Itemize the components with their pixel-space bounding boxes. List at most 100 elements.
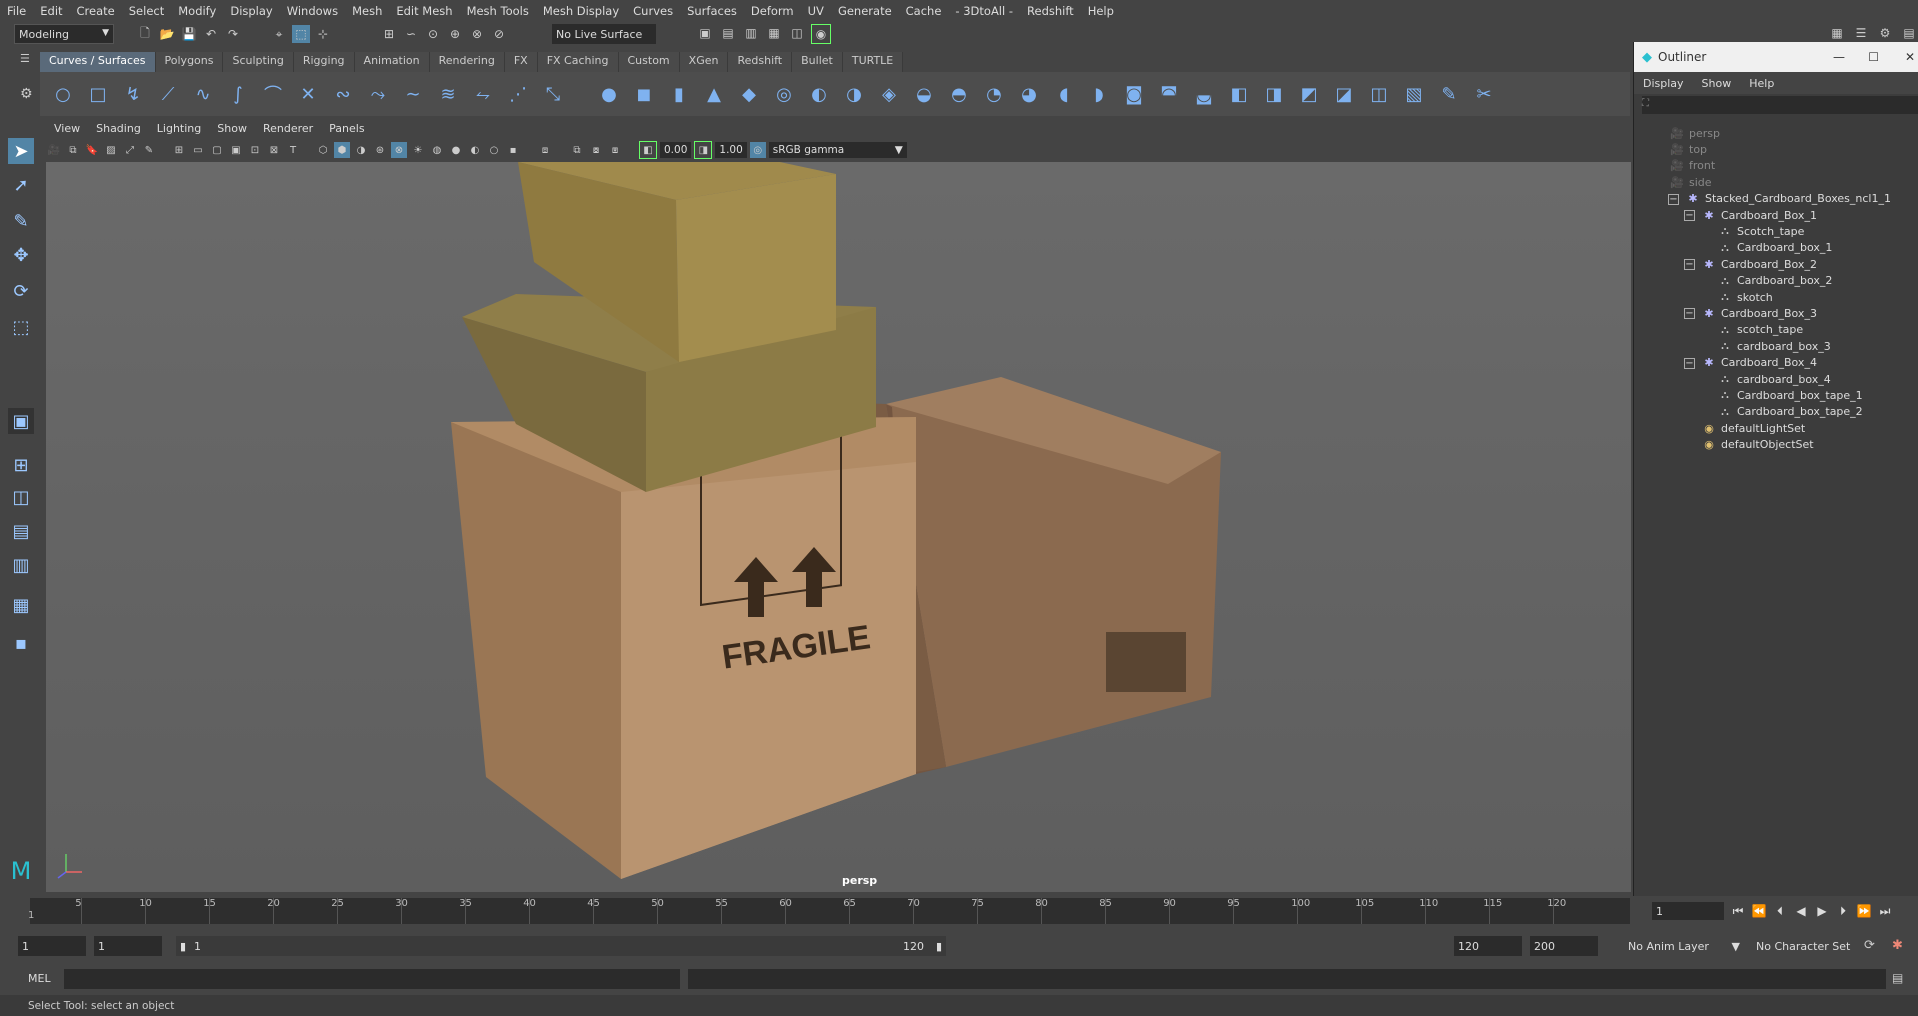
surface-editing-icon[interactable]: ✂ bbox=[1471, 81, 1497, 107]
shelf-settings-icon[interactable]: ⚙ bbox=[20, 86, 33, 102]
rotate-tool-icon[interactable]: ⟳ bbox=[8, 278, 34, 304]
render-settings-icon[interactable]: ▦ bbox=[765, 24, 783, 42]
2d-pan-zoom-icon[interactable]: ⤢ bbox=[122, 142, 138, 158]
shelf-tab-rendering[interactable]: Rendering bbox=[429, 52, 505, 72]
boundary-icon[interactable]: ◕ bbox=[1016, 81, 1042, 107]
current-frame-field[interactable]: 1 bbox=[1652, 902, 1724, 920]
outliner-item[interactable]: ⛬ scotch_tape bbox=[1718, 321, 1803, 339]
snap-grid-icon[interactable]: ⊞ bbox=[380, 25, 398, 43]
menu-redshift[interactable]: Redshift bbox=[1020, 4, 1081, 18]
attach-surfaces-icon[interactable]: ◧ bbox=[1226, 81, 1252, 107]
use-all-lights-icon[interactable]: ⊗ bbox=[391, 142, 407, 158]
ipr-render-icon[interactable]: ▥ bbox=[742, 24, 760, 42]
viewport-menu-view[interactable]: View bbox=[46, 122, 88, 140]
select-object-icon[interactable]: ⬚ bbox=[292, 25, 310, 43]
loft-icon[interactable]: ◑ bbox=[841, 81, 867, 107]
scale-tool-icon[interactable]: ⬚ bbox=[8, 314, 34, 340]
anti-aliasing-icon[interactable]: ◐ bbox=[467, 142, 483, 158]
open-close-icon[interactable]: ◩ bbox=[1296, 81, 1322, 107]
playback-end-field[interactable]: 120 bbox=[1454, 936, 1522, 956]
graph-layout-icon[interactable]: ▥ bbox=[8, 552, 34, 578]
select-hierarchy-icon[interactable]: ⌖ bbox=[270, 25, 288, 43]
arc-tool-icon[interactable]: ⌒ bbox=[260, 81, 286, 107]
redo-icon[interactable]: ↷ bbox=[224, 25, 242, 43]
extrude-icon[interactable]: ◒ bbox=[911, 81, 937, 107]
viewport-menu-renderer[interactable]: Renderer bbox=[255, 122, 321, 140]
animation-prefs-icon[interactable]: ✱ bbox=[1892, 938, 1903, 953]
square-surface-icon[interactable]: ◖ bbox=[1051, 81, 1077, 107]
field-chart-icon[interactable]: ⊡ bbox=[247, 142, 263, 158]
isolate-select-icon[interactable]: ▪ bbox=[505, 142, 521, 158]
offset-curve-icon[interactable]: ≋ bbox=[435, 81, 461, 107]
planar-icon[interactable]: ◈ bbox=[876, 81, 902, 107]
hypershade-layout-icon[interactable]: ▦ bbox=[8, 592, 34, 618]
select-tool-icon[interactable]: ➤ bbox=[8, 138, 34, 164]
outliner-item[interactable]: 🎥 front bbox=[1670, 157, 1715, 175]
outliner-search-input[interactable] bbox=[1642, 96, 1918, 114]
intersect-icon[interactable]: ◙ bbox=[1121, 81, 1147, 107]
time-ruler[interactable]: 1 5 10 15 20 25 30 35 40 45 50 55 60 65 70 75 80 85 90 95 1… bbox=[28, 898, 1630, 924]
nurbs-torus-icon[interactable]: ◎ bbox=[771, 81, 797, 107]
mode-selector[interactable]: Modeling ▼ bbox=[14, 24, 114, 44]
go-to-start-icon[interactable]: ⏮ bbox=[1730, 904, 1746, 919]
outliner-item[interactable]: ⛬ Cardboard_box_tape_2 bbox=[1718, 403, 1863, 421]
gamma-icon[interactable]: ◨ bbox=[694, 141, 713, 159]
menu-generate[interactable]: Generate bbox=[831, 4, 899, 18]
hypershade-icon[interactable]: ◫ bbox=[788, 24, 806, 42]
paint-select-tool-icon[interactable]: ✎ bbox=[8, 208, 34, 234]
resolution-gate-icon[interactable]: ▢ bbox=[209, 142, 225, 158]
extend-curve-icon[interactable]: ∼ bbox=[400, 81, 426, 107]
collapse-toggle-icon[interactable]: − bbox=[1668, 193, 1679, 205]
smooth-shade-icon[interactable]: ⬢ bbox=[334, 142, 350, 158]
attribute-editor-toggle-icon[interactable]: ☰ bbox=[1852, 24, 1870, 42]
exposure-icon[interactable]: ◧ bbox=[639, 141, 657, 159]
nurbs-cylinder-icon[interactable]: ▮ bbox=[666, 81, 692, 107]
play-backwards-icon[interactable]: ◀ bbox=[1793, 904, 1809, 918]
pencil-curve-icon[interactable]: ∫ bbox=[225, 81, 251, 107]
end-time-field[interactable]: 200 bbox=[1530, 936, 1598, 956]
shadows-icon[interactable]: ☀ bbox=[410, 142, 426, 158]
wireframe-on-shaded-icon[interactable]: ◑ bbox=[353, 142, 369, 158]
image-plane-icon[interactable]: ▨ bbox=[103, 142, 119, 158]
shelf-tab-redshift[interactable]: Redshift bbox=[728, 52, 793, 72]
color-space-dropdown[interactable]: sRGB gamma ▼ bbox=[768, 142, 907, 158]
wireframe-icon[interactable]: ⬡ bbox=[315, 142, 331, 158]
render-setup-icon[interactable]: ◉ bbox=[811, 24, 831, 44]
outliner-item[interactable]: 🎥 side bbox=[1670, 173, 1711, 191]
script-editor-icon[interactable]: ▤ bbox=[1892, 971, 1903, 985]
menu-uv[interactable]: UV bbox=[801, 4, 831, 18]
motion-blur-icon[interactable]: ● bbox=[448, 142, 464, 158]
shelf-tab-turtle[interactable]: TURTLE bbox=[842, 52, 904, 72]
backface-culling-icon[interactable]: ⧆ bbox=[607, 142, 623, 158]
collapse-toggle-icon[interactable]: − bbox=[1684, 357, 1695, 369]
menu-mesh-tools[interactable]: Mesh Tools bbox=[460, 4, 536, 18]
bookmark-icon[interactable]: 🔖 bbox=[84, 142, 100, 158]
snap-surface-icon[interactable]: ⊗ bbox=[468, 25, 486, 43]
single-pane-layout-icon[interactable]: ▣ bbox=[8, 408, 34, 434]
outliner-item[interactable]: ◉ defaultObjectSet bbox=[1702, 436, 1813, 454]
shelf-tab-polygons[interactable]: Polygons bbox=[155, 52, 224, 72]
shelf-tab-sculpting[interactable]: Sculpting bbox=[223, 52, 294, 72]
viewport-menu-lighting[interactable]: Lighting bbox=[149, 122, 209, 140]
attach-curves-icon[interactable]: ✕ bbox=[295, 81, 321, 107]
curve-editing-icon[interactable]: ⤡ bbox=[540, 81, 566, 107]
maximize-icon[interactable]: ☐ bbox=[1868, 50, 1879, 64]
film-gate-icon[interactable]: ▭ bbox=[190, 142, 206, 158]
nurbs-square-icon[interactable]: □ bbox=[85, 81, 111, 107]
step-forward-key-icon[interactable]: ⏩ bbox=[1856, 904, 1872, 918]
shelf-tab-custom[interactable]: Custom bbox=[618, 52, 680, 72]
birail-icon[interactable]: ◓ bbox=[946, 81, 972, 107]
lasso-tool-icon[interactable]: ➚ bbox=[8, 172, 34, 198]
outliner-item[interactable]: ✱ Cardboard_Box_2 bbox=[1702, 255, 1817, 273]
shelf-tab-animation[interactable]: Animation bbox=[354, 52, 430, 72]
mel-input[interactable] bbox=[64, 969, 680, 989]
shelf-menu-icon[interactable]: ☰ bbox=[20, 52, 30, 65]
nurbs-circle-icon[interactable]: ○ bbox=[50, 81, 76, 107]
playback-start-field[interactable]: 1 bbox=[94, 936, 162, 956]
viewport-3d[interactable]: FRAGILE bbox=[46, 162, 1631, 892]
undo-icon[interactable]: ↶ bbox=[202, 25, 220, 43]
shelf-tab-xgen[interactable]: XGen bbox=[679, 52, 729, 72]
safe-action-icon[interactable]: ⊠ bbox=[266, 142, 282, 158]
grease-pencil-icon[interactable]: ✎ bbox=[141, 142, 157, 158]
render-view-icon[interactable]: ▣ bbox=[696, 24, 714, 42]
